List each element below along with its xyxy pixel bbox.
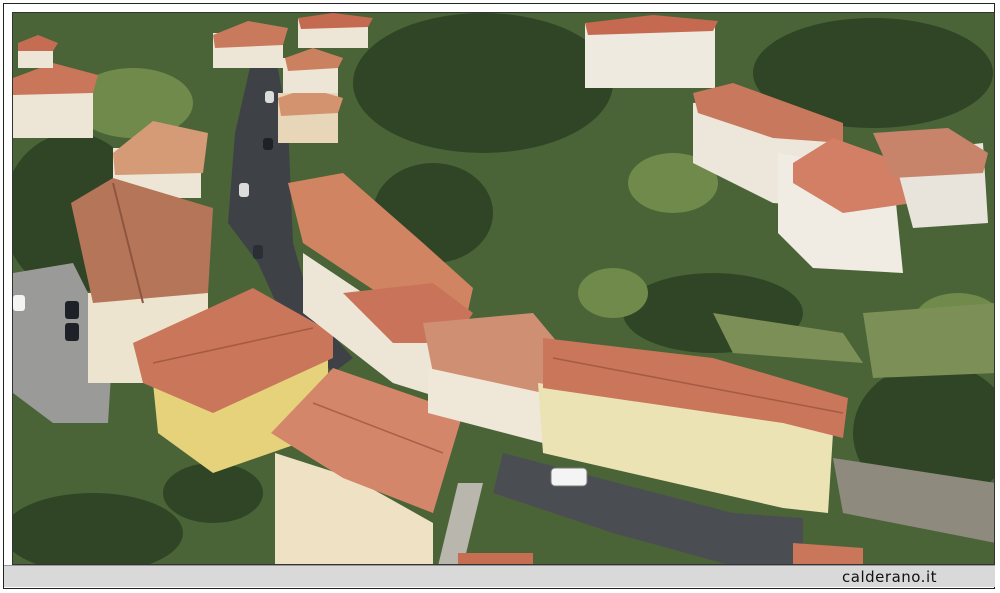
aerial-photo <box>12 12 995 565</box>
watermark-text: calderano.it <box>842 568 937 586</box>
aerial-scene <box>13 13 994 564</box>
photo-frame <box>3 3 995 589</box>
caption-bar: calderano.it <box>4 565 995 587</box>
roof-bottom-center <box>458 553 533 564</box>
